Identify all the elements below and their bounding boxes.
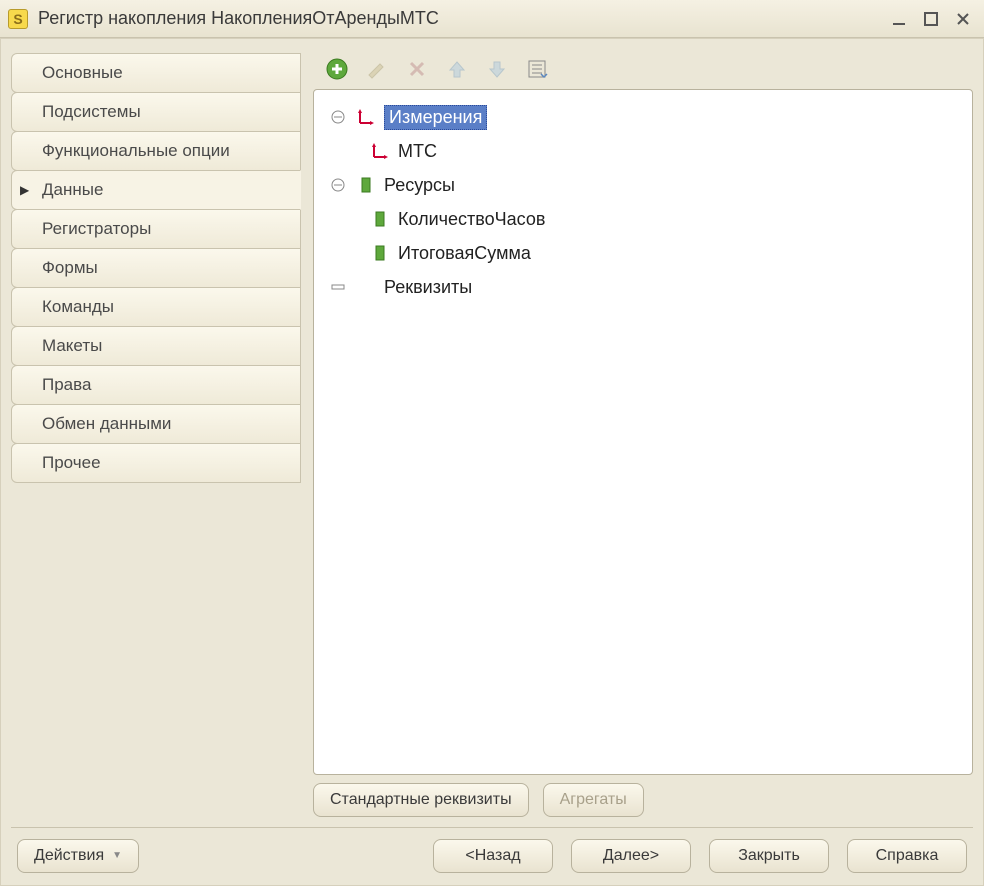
below-tree-buttons: Стандартные реквизиты Агрегаты	[313, 783, 973, 817]
sidebar-item-data-exchange[interactable]: Обмен данными	[11, 404, 301, 444]
sort-button[interactable]	[523, 55, 551, 83]
resource-icon	[370, 209, 390, 229]
sidebar-item-label: Данные	[42, 180, 103, 200]
tree-panel[interactable]: Измерения МТС Ресурсы КоличествоЧасов	[313, 89, 973, 775]
toolbar	[313, 49, 973, 89]
standard-attributes-button[interactable]: Стандартные реквизиты	[313, 783, 529, 817]
help-button[interactable]: Справка	[847, 839, 967, 873]
sidebar-item-label: Команды	[42, 297, 114, 317]
button-label: Справка	[876, 847, 939, 865]
close-icon	[955, 11, 971, 27]
button-label: Закрыть	[738, 847, 800, 865]
content-area: Измерения МТС Ресурсы КоличествоЧасов	[313, 49, 973, 817]
sidebar-item-label: Функциональные опции	[42, 141, 230, 161]
back-button[interactable]: <Назад	[433, 839, 553, 873]
titlebar: S Регистр накопления НакопленияОтАрендыМ…	[0, 0, 984, 38]
sidebar-item-label: Прочее	[42, 453, 101, 473]
maximize-icon	[923, 11, 939, 27]
dimension-icon	[370, 141, 390, 161]
delete-button[interactable]	[403, 55, 431, 83]
close-button[interactable]	[950, 8, 976, 30]
tree-node-label: Измерения	[384, 105, 487, 130]
edit-button[interactable]	[363, 55, 391, 83]
maximize-button[interactable]	[918, 8, 944, 30]
upper-area: Основные Подсистемы Функциональные опции…	[11, 49, 973, 817]
pencil-icon	[366, 58, 388, 80]
sidebar-item-forms[interactable]: Формы	[11, 248, 301, 288]
tree-node-label: Ресурсы	[384, 175, 455, 196]
attribute-icon	[356, 277, 376, 297]
sidebar-item-other[interactable]: Прочее	[11, 443, 301, 483]
tree-item-mtc[interactable]: МТС	[322, 134, 964, 168]
sidebar-item-label: Обмен данными	[42, 414, 171, 434]
move-down-button[interactable]	[483, 55, 511, 83]
arrow-up-icon	[446, 58, 468, 80]
window-title: Регистр накопления НакопленияОтАрендыМТС	[38, 8, 880, 29]
window-body: Основные Подсистемы Функциональные опции…	[0, 38, 984, 886]
actions-button[interactable]: Действия ▼	[17, 839, 139, 873]
button-label: <Назад	[465, 847, 520, 865]
tree-group-dimensions[interactable]: Измерения	[322, 100, 964, 134]
sidebar-item-label: Основные	[42, 63, 123, 83]
sidebar-item-subsystems[interactable]: Подсистемы	[11, 92, 301, 132]
button-label: Действия	[34, 847, 104, 865]
footer: Действия ▼ <Назад Далее> Закрыть Справка	[11, 827, 973, 875]
list-icon	[526, 58, 548, 80]
dimension-icon	[356, 107, 376, 127]
minimize-icon	[891, 11, 907, 27]
tree-item-total-sum[interactable]: ИтоговаяСумма	[322, 236, 964, 270]
sidebar-item-rights[interactable]: Права	[11, 365, 301, 405]
sidebar-item-templates[interactable]: Макеты	[11, 326, 301, 366]
empty-icon	[328, 277, 348, 297]
sidebar-item-label: Регистраторы	[42, 219, 151, 239]
add-button[interactable]	[323, 55, 351, 83]
aggregates-button[interactable]: Агрегаты	[543, 783, 644, 817]
sidebar-item-data[interactable]: Данные	[11, 170, 301, 210]
resource-icon	[356, 175, 376, 195]
tree-node-label: КоличествоЧасов	[398, 209, 545, 230]
close-button-footer[interactable]: Закрыть	[709, 839, 829, 873]
button-label: Стандартные реквизиты	[330, 791, 512, 809]
move-up-button[interactable]	[443, 55, 471, 83]
sidebar-item-commands[interactable]: Команды	[11, 287, 301, 327]
arrow-down-icon	[486, 58, 508, 80]
chevron-down-icon: ▼	[112, 850, 122, 861]
sidebar: Основные Подсистемы Функциональные опции…	[11, 49, 301, 817]
minimize-button[interactable]	[886, 8, 912, 30]
sidebar-item-main[interactable]: Основные	[11, 53, 301, 93]
tree-group-resources[interactable]: Ресурсы	[322, 168, 964, 202]
resource-icon	[370, 243, 390, 263]
collapse-icon[interactable]	[328, 175, 348, 195]
next-button[interactable]: Далее>	[571, 839, 691, 873]
collapse-icon[interactable]	[328, 107, 348, 127]
tree-group-attributes[interactable]: Реквизиты	[322, 270, 964, 304]
app-icon: S	[8, 9, 28, 29]
sidebar-item-registrators[interactable]: Регистраторы	[11, 209, 301, 249]
tree-item-hours[interactable]: КоличествоЧасов	[322, 202, 964, 236]
button-label: Агрегаты	[560, 791, 627, 809]
add-icon	[325, 57, 349, 81]
sidebar-item-label: Макеты	[42, 336, 102, 356]
tree-node-label: МТС	[398, 141, 437, 162]
sidebar-item-label: Права	[42, 375, 91, 395]
button-label: Далее>	[603, 847, 659, 865]
sidebar-item-functional-options[interactable]: Функциональные опции	[11, 131, 301, 171]
tree-node-label: Реквизиты	[384, 277, 472, 298]
tree-node-label: ИтоговаяСумма	[398, 243, 531, 264]
sidebar-item-label: Формы	[42, 258, 98, 278]
sidebar-item-label: Подсистемы	[42, 102, 141, 122]
delete-icon	[407, 59, 427, 79]
